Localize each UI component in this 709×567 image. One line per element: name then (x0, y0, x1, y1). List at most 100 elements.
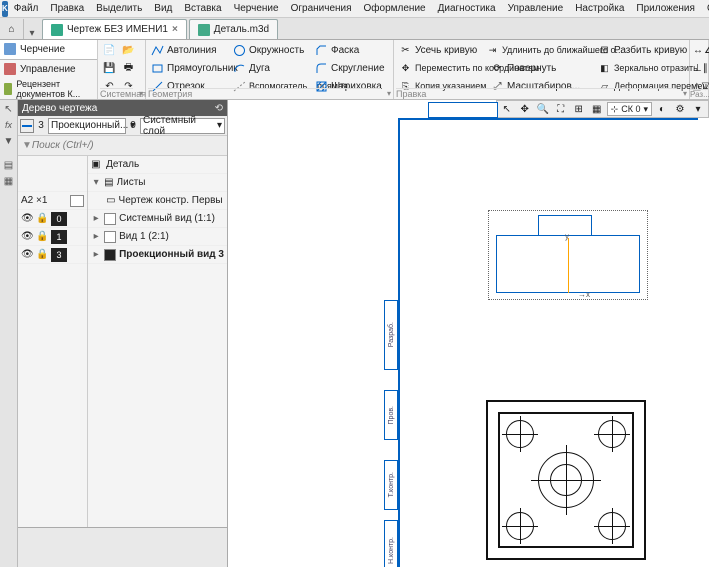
dim2-icon[interactable]: ∠ (704, 42, 709, 58)
extend-button[interactable]: ⇥Удлинить до ближайшего о... (484, 44, 594, 57)
menu-window[interactable]: Окно (701, 3, 709, 14)
home-button[interactable]: ⌂ (0, 19, 24, 39)
expand-icon[interactable]: ▾ (139, 89, 143, 98)
trim-button[interactable]: ✂Усечь кривую (397, 44, 482, 57)
rectangle-button[interactable]: Прямоугольник (149, 62, 229, 75)
zoom-icon[interactable]: 🔍 (535, 102, 551, 116)
fillet-button[interactable]: Скругление (313, 62, 383, 75)
panel2-icon[interactable]: ▦ (2, 174, 16, 188)
document-tab-drawing[interactable]: Чертеж БЕЗ ИМЕНИ1 × (42, 19, 187, 39)
menu-manage[interactable]: Управление (502, 3, 570, 14)
eye-icon[interactable]: 👁 (21, 213, 33, 224)
tree-view-0[interactable]: ▸Системный вид (1:1) (88, 210, 227, 228)
cursor-icon[interactable]: ↖ (2, 102, 16, 116)
part-icon: ▣ (91, 159, 103, 170)
grid-icon[interactable]: ▦ (589, 102, 605, 116)
view-row-2[interactable]: 👁🔒3 (18, 246, 87, 264)
view-num: 0 (51, 212, 67, 226)
rotate-button[interactable]: ⟳Повернуть (489, 62, 594, 75)
drawing-doc-icon (51, 24, 63, 36)
arc-button[interactable]: Дуга (231, 62, 311, 75)
view-num: 1 (51, 230, 67, 244)
eye-icon[interactable]: 👁 (21, 231, 33, 242)
save-icon: 💾 (103, 62, 116, 75)
chamfer-button[interactable]: Фаска (313, 44, 383, 57)
pan-icon[interactable]: ✥ (517, 102, 533, 116)
drawing-canvas[interactable]: ↖ ✥ 🔍 ⛶ ⊞ ▦ ⊹ СК 0 ▾ ◐ ⚙ ▾ Разраб. Пров.… (228, 100, 709, 567)
eye-icon[interactable]: 👁 (21, 249, 33, 260)
menu-constraints[interactable]: Ограничения (285, 3, 358, 14)
view-icon (104, 213, 116, 225)
tree-view-1[interactable]: ▸Вид 1 (2:1) (88, 228, 227, 246)
view-row-0[interactable]: 👁🔒0 (18, 210, 87, 228)
expand-icon[interactable]: ▾ (683, 89, 687, 98)
menu-select[interactable]: Выделить (90, 3, 148, 14)
expand-icon[interactable]: ▾ (387, 89, 391, 98)
menu-diagnostics[interactable]: Диагностика (432, 3, 502, 14)
fx-icon[interactable]: fx (2, 118, 16, 132)
print-button[interactable]: 🖶 (120, 62, 137, 75)
menu-insert[interactable]: Вставка (178, 3, 227, 14)
tree-root[interactable]: ▣Деталь (88, 156, 227, 174)
tree-view-2[interactable]: ▸Проекционный вид 3 (88, 246, 227, 264)
more3-icon[interactable]: ▾ (690, 102, 706, 116)
filter-icon[interactable]: ▼ (22, 140, 32, 151)
group-label: Геометрия (148, 88, 381, 99)
save-button[interactable]: 💾 (101, 62, 118, 75)
new-button[interactable]: 📄 (101, 44, 118, 57)
view-dropdown[interactable]: Проекционный...▾ (48, 118, 126, 134)
cs-dropdown[interactable]: ⊹ СК 0 ▾ (607, 102, 652, 116)
view-row-1[interactable]: 👁🔒1 (18, 228, 87, 246)
orientation-icon[interactable] (70, 195, 84, 207)
menu-bar: K Файл Правка Выделить Вид Вставка Черче… (0, 0, 709, 18)
panel1-icon[interactable]: ▤ (2, 158, 16, 172)
menu-file[interactable]: Файл (8, 3, 45, 14)
menu-decoration[interactable]: Оформление (358, 3, 432, 14)
fit-icon[interactable]: ⛶ (553, 102, 569, 116)
ribbon-tab-review[interactable]: Рецензент документов К... (0, 79, 97, 99)
autoline-button[interactable]: Автолиния (149, 44, 229, 57)
tree-sheets[interactable]: ▾▤Листы (88, 174, 227, 192)
i2-icon[interactable]: ∥ (703, 60, 708, 76)
panel-title: Дерево чертежа (22, 103, 97, 114)
expand-icon[interactable]: ▸ (91, 249, 101, 260)
expand-icon[interactable]: ▸ (91, 213, 101, 224)
lock-icon[interactable]: 🔒 (36, 231, 48, 242)
lock-icon[interactable]: 🔒 (36, 213, 48, 224)
split-button[interactable]: ⊟Разбить кривую (596, 44, 686, 57)
document-tab-part[interactable]: Деталь.m3d (189, 19, 278, 39)
search-input[interactable] (32, 140, 223, 151)
cursor-icon[interactable]: ↖ (499, 102, 515, 116)
more1-icon[interactable]: ◐ (654, 102, 670, 116)
circle-button[interactable]: Окружность (231, 44, 311, 57)
menu-edit[interactable]: Правка (44, 3, 90, 14)
close-icon[interactable]: × (172, 24, 178, 35)
more2-icon[interactable]: ⚙ (672, 102, 688, 116)
tree-sheet-item[interactable]: ▭Чертеж констр. Первы (88, 192, 227, 210)
move-icon: ✥ (399, 62, 412, 75)
ribbon-tab-manage[interactable]: Управление (0, 60, 97, 79)
tab-dropdown-icon[interactable]: ▾ (24, 28, 40, 39)
i1-icon[interactable]: ⊥ (693, 60, 702, 76)
menu-view[interactable]: Вид (148, 3, 178, 14)
pin-icon[interactable]: ⟲ (215, 103, 223, 114)
ribbon-group-system: 📄 📂 💾 🖶 ↶ ↷ Системная ▾ (98, 40, 146, 99)
expand-icon[interactable]: ▸ (91, 231, 101, 242)
ortho-icon[interactable]: ⊞ (571, 102, 587, 116)
move-button[interactable]: ✥Переместить по координатам (397, 62, 487, 75)
mirror-button[interactable]: ◧Зеркально отразить (596, 62, 686, 75)
open-button[interactable]: 📂 (120, 44, 137, 57)
lock-icon[interactable]: 🔒 (36, 249, 48, 260)
sep (2, 150, 16, 156)
axis-tr-h (594, 434, 630, 435)
filter-icon[interactable]: ▼ (2, 134, 16, 148)
ribbon-tab-drawing[interactable]: Черчение (0, 40, 97, 60)
layer-dropdown[interactable]: Системный слой▾ (140, 118, 225, 134)
dim-icon[interactable]: ↔ (693, 42, 703, 58)
line-style-icon[interactable] (20, 119, 34, 133)
menu-drawing[interactable]: Черчение (228, 3, 285, 14)
collapse-icon[interactable]: ▾ (91, 177, 101, 188)
menu-apps[interactable]: Приложения (630, 3, 701, 14)
menu-settings[interactable]: Настройка (569, 3, 630, 14)
title-tab (428, 102, 498, 118)
